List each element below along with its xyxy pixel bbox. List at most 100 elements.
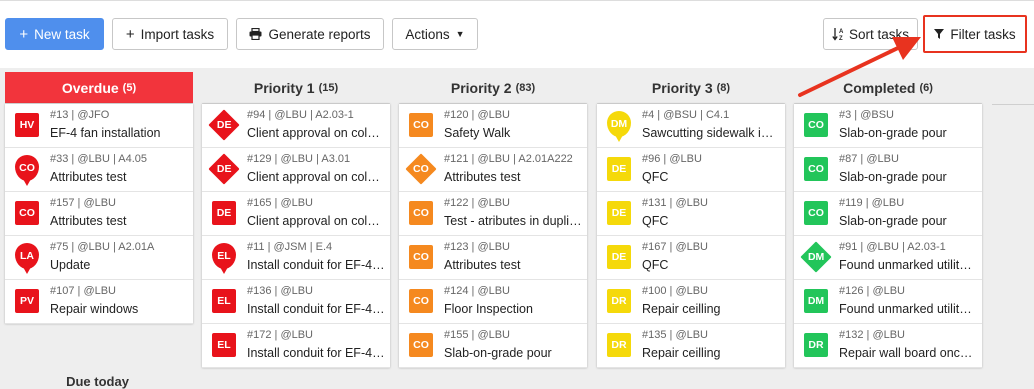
due-today-header: Due today — [66, 374, 129, 389]
card-list: HV #13 | @JFO EF-4 fan installation CO #33 |… — [5, 104, 193, 324]
column-header[interactable]: Priority 3 (8) — [597, 72, 785, 104]
task-meta: #87 | @LBU — [839, 153, 899, 165]
task-board: Overdue (5) HV #13 | @JFO EF-4 fan installat… — [0, 68, 1034, 389]
task-card[interactable]: CO #124 | @LBU Floor Inspection — [399, 280, 587, 324]
task-type-square-icon: CO — [409, 245, 433, 269]
task-card[interactable]: HV #13 | @JFO EF-4 fan installation — [5, 104, 193, 148]
task-type-code: DR — [808, 339, 824, 351]
task-meta: #3 | @BSU — [839, 109, 894, 121]
task-card[interactable]: CO #119 | @LBU Slab-on-grade pour — [794, 192, 982, 236]
task-meta: #123 | @LBU — [444, 241, 511, 253]
task-type-pin-icon: EL — [212, 243, 236, 274]
task-title: Install conduit for EF-4 f… — [247, 258, 385, 272]
task-card[interactable]: DE #165 | @LBU Client approval on color… — [202, 192, 390, 236]
task-card[interactable]: DR #132 | @LBU Repair wall board once t… — [794, 324, 982, 368]
task-meta: #172 | @LBU — [247, 329, 314, 341]
task-type-square-icon: DE — [607, 157, 631, 181]
column-count: (83) — [515, 81, 536, 94]
task-type-square-icon: DR — [607, 289, 631, 313]
column-header[interactable]: Priority 2 (83) — [399, 72, 587, 104]
task-meta: #126 | @LBU — [839, 285, 906, 297]
task-type-square-icon: CO — [804, 201, 828, 225]
task-meta: #165 | @LBU — [247, 197, 314, 209]
task-card[interactable]: EL #172 | @LBU Install conduit for EF-4 f… — [202, 324, 390, 368]
sort-tasks-button[interactable]: A Z Sort tasks — [823, 18, 918, 50]
task-card[interactable]: DM #4 | @BSU | C4.1 Sawcutting sidewalk in… — [597, 104, 785, 148]
task-meta: #132 | @LBU — [839, 329, 906, 341]
task-card[interactable]: EL #136 | @LBU Install conduit for EF-4 f… — [202, 280, 390, 324]
task-card[interactable]: DR #100 | @LBU Repair ceilling — [597, 280, 785, 324]
task-card[interactable]: DM #91 | @LBU | A2.03-1 Found unmarked uti… — [794, 236, 982, 280]
task-card[interactable]: DE #131 | @LBU QFC — [597, 192, 785, 236]
generate-reports-button[interactable]: Generate reports — [236, 18, 384, 50]
task-type-code: DM — [610, 118, 628, 130]
task-type-diamond-icon: CO — [405, 153, 437, 185]
task-card[interactable]: CO #33 | @LBU | A4.05 Attributes test — [5, 148, 193, 192]
actions-label: Actions — [405, 26, 450, 42]
task-type-code: EL — [217, 295, 231, 307]
task-card[interactable]: DE #96 | @LBU QFC — [597, 148, 785, 192]
task-type-code: EL — [217, 250, 231, 262]
sort-tasks-label: Sort tasks — [848, 26, 910, 42]
task-type-square-icon: DE — [607, 245, 631, 269]
task-card[interactable]: PV #107 | @LBU Repair windows — [5, 280, 193, 324]
task-title: Floor Inspection — [444, 302, 533, 316]
column-title: Priority 2 — [450, 79, 512, 96]
column-header[interactable]: Priority 1 (15) — [202, 72, 390, 104]
task-meta: #155 | @LBU — [444, 329, 511, 341]
task-title: Client approval on color… — [247, 126, 385, 140]
task-title: Attributes test — [50, 170, 127, 184]
new-task-button[interactable]: + New task — [5, 18, 104, 50]
task-card[interactable]: CO #87 | @LBU Slab-on-grade pour — [794, 148, 982, 192]
task-meta: #122 | @LBU — [444, 197, 511, 209]
task-card[interactable]: CO #122 | @LBU Test - atributes in duplic… — [399, 192, 587, 236]
task-title: Slab-on-grade pour — [839, 170, 947, 184]
new-task-label: New task — [34, 26, 90, 42]
card-list: DE #94 | @LBU | A2.03-1 Client approval on… — [202, 104, 390, 368]
actions-dropdown-button[interactable]: Actions ▼ — [392, 18, 478, 50]
task-card[interactable]: DE #94 | @LBU | A2.03-1 Client approval on… — [202, 104, 390, 148]
task-card[interactable]: EL #11 | @JSM | E.4 Install conduit for EF… — [202, 236, 390, 280]
task-card[interactable]: LA #75 | @LBU | A2.01A Update — [5, 236, 193, 280]
task-meta: #135 | @LBU — [642, 329, 709, 341]
task-card[interactable]: DE #167 | @LBU QFC — [597, 236, 785, 280]
toolbar: + New task + Import tasks Generate repor… — [0, 0, 1034, 68]
task-type-square-icon: CO — [409, 289, 433, 313]
task-title: Sawcutting sidewalk in … — [642, 126, 780, 140]
task-meta: #167 | @LBU — [642, 241, 709, 253]
task-type-pin-icon: LA — [15, 243, 39, 274]
task-card[interactable]: DR #135 | @LBU Repair ceilling — [597, 324, 785, 368]
task-type-diamond-icon: DE — [208, 109, 240, 141]
task-card[interactable]: CO #157 | @LBU Attributes test — [5, 192, 193, 236]
task-meta: #4 | @BSU | C4.1 — [642, 109, 730, 121]
task-type-code: CO — [19, 162, 35, 174]
task-type-code: DE — [216, 207, 232, 219]
task-title: QFC — [642, 258, 669, 272]
import-tasks-button[interactable]: + Import tasks — [112, 18, 228, 50]
task-type-code: DE — [216, 119, 232, 131]
task-card[interactable]: CO #123 | @LBU Attributes test — [399, 236, 587, 280]
task-type-code: HV — [19, 119, 35, 131]
task-type-diamond-icon: DM — [800, 241, 832, 273]
task-card[interactable]: CO #121 | @LBU | A2.01A222 Attributes test — [399, 148, 587, 192]
task-title: Repair wall board once t… — [839, 346, 977, 360]
plus-icon: + — [125, 25, 135, 43]
column-divider — [992, 104, 1034, 105]
task-title: Found unmarked utility … — [839, 258, 977, 272]
task-card[interactable]: CO #120 | @LBU Safety Walk — [399, 104, 587, 148]
column-count: (15) — [318, 81, 339, 94]
task-type-code: CO — [19, 207, 35, 219]
task-title: Repair ceilling — [642, 346, 721, 360]
task-type-square-icon: EL — [212, 333, 236, 357]
task-card[interactable]: DM #126 | @LBU Found unmarked utility … — [794, 280, 982, 324]
column-header[interactable]: Completed (6) — [794, 72, 982, 104]
task-meta: #100 | @LBU — [642, 285, 709, 297]
task-type-square-icon: EL — [212, 289, 236, 313]
task-card[interactable]: DE #129 | @LBU | A3.01 Client approval on … — [202, 148, 390, 192]
column-header[interactable]: Overdue (5) — [5, 72, 193, 104]
task-card[interactable]: CO #155 | @LBU Slab-on-grade pour — [399, 324, 587, 368]
filter-tasks-button[interactable]: Filter tasks — [926, 18, 1024, 50]
task-card[interactable]: CO #3 | @BSU Slab-on-grade pour — [794, 104, 982, 148]
sort-alpha-icon: A Z — [832, 28, 844, 41]
task-title: Safety Walk — [444, 126, 511, 140]
